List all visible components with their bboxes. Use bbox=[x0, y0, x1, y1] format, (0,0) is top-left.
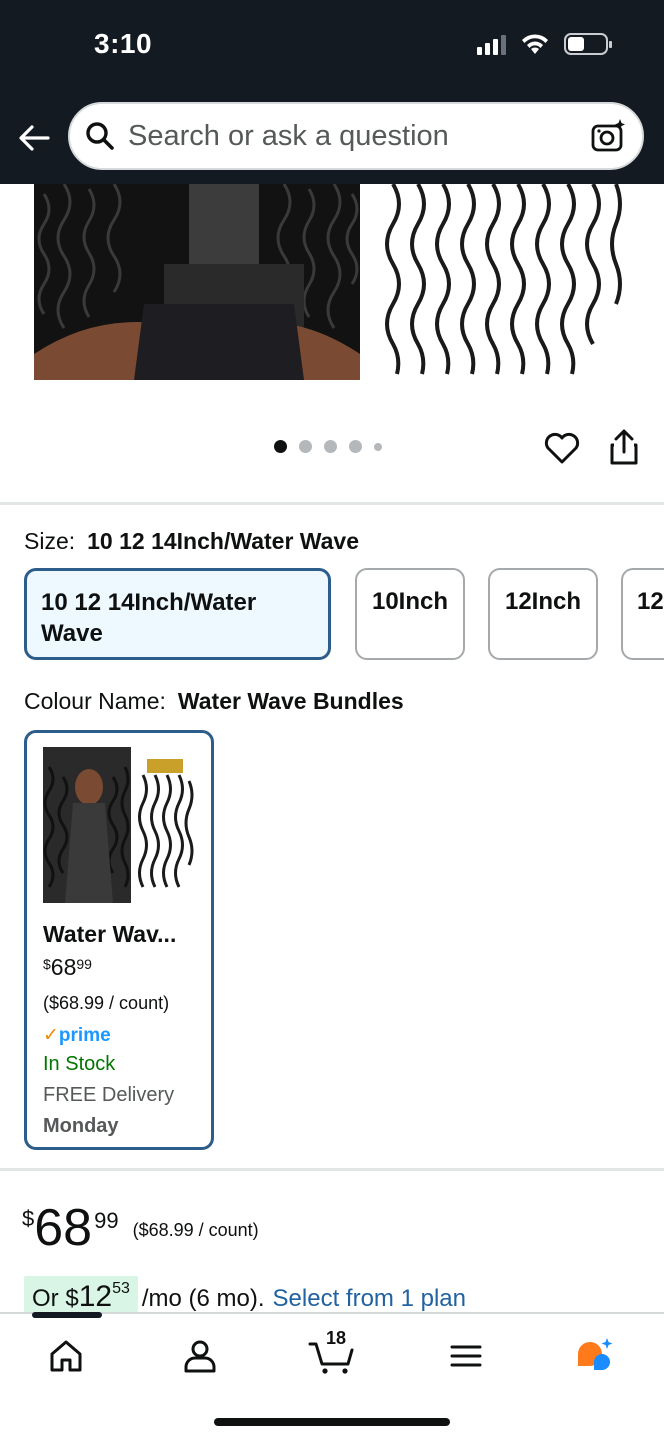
battery-icon bbox=[564, 33, 612, 55]
home-icon[interactable] bbox=[46, 1336, 86, 1376]
account-icon[interactable] bbox=[180, 1336, 220, 1376]
size-selected-value: 10 12 14Inch/Water Wave bbox=[87, 528, 360, 554]
back-arrow-icon[interactable] bbox=[16, 120, 52, 156]
page-dot bbox=[349, 440, 362, 453]
rufus-icon[interactable] bbox=[574, 1336, 614, 1376]
camera-lens-icon[interactable] bbox=[590, 118, 626, 154]
prime-badge: ✓prime bbox=[43, 1025, 111, 1046]
size-option-12inch[interactable]: 12Inch bbox=[488, 568, 598, 660]
search-input[interactable] bbox=[128, 119, 568, 153]
active-tab-indicator bbox=[32, 1312, 102, 1318]
heart-icon[interactable] bbox=[542, 428, 582, 468]
colour-option-price: $6899 bbox=[43, 954, 92, 980]
wifi-icon bbox=[522, 34, 548, 54]
section-divider bbox=[0, 1168, 664, 1171]
menu-icon[interactable] bbox=[446, 1336, 486, 1376]
size-option-10-12-14inch-water-wave[interactable]: 10 12 14Inch/Water Wave bbox=[24, 568, 331, 660]
status-icons bbox=[477, 32, 612, 56]
colour-option-thumbnail bbox=[43, 747, 197, 903]
prime-check-icon: ✓ bbox=[43, 1025, 59, 1046]
stock-status: In Stock bbox=[43, 1053, 116, 1075]
header: 3:10 bbox=[0, 0, 664, 184]
colour-option-unit-price: ($68.99 / count) bbox=[43, 993, 170, 1013]
section-divider bbox=[0, 502, 664, 505]
unit-price: ($68.99 / count) bbox=[132, 1220, 259, 1240]
product-image-bundles[interactable] bbox=[378, 184, 628, 380]
cart-count-badge: 18 bbox=[326, 1328, 347, 1348]
delivery-day: Monday bbox=[43, 1115, 119, 1137]
cart-button[interactable]: 18 bbox=[308, 1328, 358, 1376]
home-indicator bbox=[214, 1418, 450, 1426]
page-dot bbox=[299, 440, 312, 453]
share-icon[interactable] bbox=[604, 428, 644, 468]
search-bar[interactable] bbox=[68, 102, 644, 170]
status-time: 3:10 bbox=[94, 28, 153, 59]
search-icon bbox=[86, 122, 114, 150]
page-dot bbox=[274, 440, 287, 453]
page-dot bbox=[374, 442, 382, 451]
product-price: $ 68 99 ($68.99 / count) bbox=[22, 1199, 259, 1257]
product-image-model[interactable] bbox=[34, 184, 360, 380]
delivery-info: FREE Delivery bbox=[43, 1084, 175, 1106]
colour-option-card[interactable]: Water Wav... $6899 ($68.99 / count) ✓pri… bbox=[24, 730, 214, 1150]
colour-option-name: Water Wav... bbox=[43, 921, 177, 947]
colour-label: Colour Name: Water Wave Bundles bbox=[24, 688, 404, 714]
size-option-10inch[interactable]: 10Inch bbox=[355, 568, 465, 660]
gallery-page-indicator bbox=[274, 440, 382, 453]
cellular-signal-icon bbox=[477, 33, 506, 55]
product-image-gallery[interactable] bbox=[0, 184, 664, 384]
size-option-12-partial[interactable]: 12 bbox=[621, 568, 664, 660]
colour-selected-value: Water Wave Bundles bbox=[177, 688, 404, 714]
size-label: Size: 10 12 14Inch/Water Wave bbox=[24, 528, 360, 554]
page-dot bbox=[324, 440, 337, 453]
select-plan-link[interactable]: Select from 1 plan bbox=[273, 1285, 466, 1313]
